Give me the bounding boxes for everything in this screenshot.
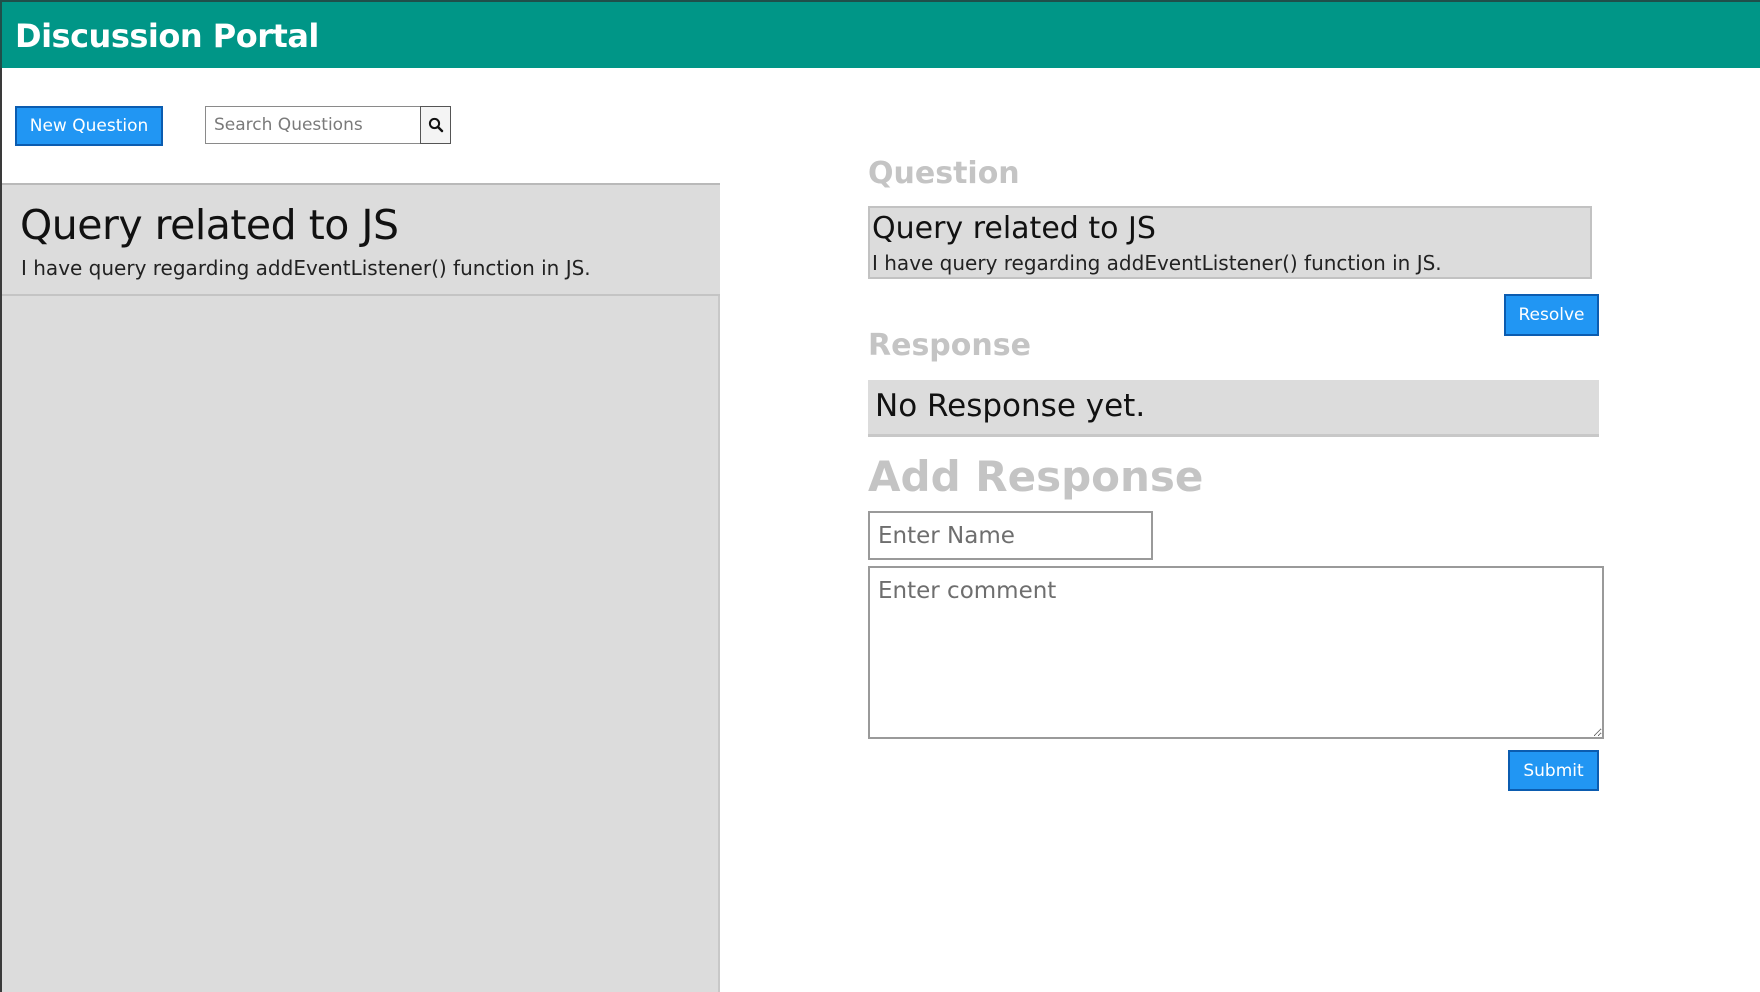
question-detail-pane: Question Query related to JS I have quer…: [722, 68, 1760, 992]
selected-question-description: I have query regarding addEventListener(…: [872, 251, 1442, 275]
submit-button[interactable]: Submit: [1508, 750, 1599, 791]
search-button[interactable]: [420, 106, 451, 144]
comment-textarea[interactable]: [868, 566, 1604, 739]
response-box: No Response yet.: [868, 380, 1599, 437]
name-input[interactable]: [868, 511, 1153, 560]
response-text: No Response yet.: [875, 388, 1146, 424]
question-item-title: Query related to JS: [20, 201, 399, 249]
app-title: Discussion Portal: [15, 17, 319, 55]
search-icon: [428, 117, 443, 133]
question-item-description: I have query regarding addEventListener(…: [21, 256, 591, 280]
toolbar: New Question: [2, 68, 720, 185]
question-list-item[interactable]: Query related to JS I have query regardi…: [2, 185, 720, 296]
selected-question-title: Query related to JS: [872, 211, 1156, 246]
question-list-pane: New Question Query related to JS I have …: [0, 68, 720, 992]
question-heading: Question: [868, 156, 1020, 191]
new-question-button[interactable]: New Question: [15, 106, 163, 146]
response-heading: Response: [868, 328, 1031, 363]
app-header: Discussion Portal: [0, 0, 1760, 68]
add-response-heading: Add Response: [868, 452, 1204, 501]
resolve-button[interactable]: Resolve: [1504, 294, 1599, 336]
search-input[interactable]: [205, 106, 421, 144]
selected-question-box: Query related to JS I have query regardi…: [868, 206, 1592, 279]
